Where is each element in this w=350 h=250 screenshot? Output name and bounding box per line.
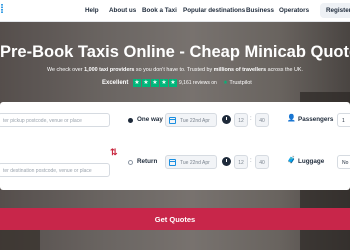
- hero-subtitle: We check over 1,000 taxi providers so yo…: [47, 67, 303, 73]
- nav-operators[interactable]: Operators: [279, 7, 309, 14]
- nav-popular-destinations[interactable]: Popular destinations: [183, 7, 245, 14]
- hour-return[interactable]: 12: [234, 155, 248, 169]
- star-icon: ★: [160, 79, 168, 87]
- trustpilot-logo: ★ Trustpilot: [223, 80, 252, 86]
- one-way-radio[interactable]: [128, 118, 133, 123]
- register-button[interactable]: Register: [320, 3, 350, 18]
- trustpilot-star-icon: ★: [223, 80, 228, 86]
- return-radio[interactable]: [128, 160, 133, 165]
- star-icon: ★: [169, 79, 177, 87]
- swap-icon[interactable]: ⇅: [110, 147, 118, 158]
- return-label[interactable]: Return: [137, 158, 157, 165]
- luggage-label: Luggage: [298, 158, 325, 165]
- logo-icon[interactable]: ⁞: [0, 2, 10, 16]
- nav-business[interactable]: Business: [246, 7, 274, 14]
- minute-one-way[interactable]: 40: [255, 113, 269, 127]
- passengers-label: Passengers: [298, 116, 334, 123]
- destination-input[interactable]: ter destination postcode, venue or place: [0, 163, 110, 177]
- minute-return[interactable]: 40: [255, 155, 269, 169]
- one-way-label[interactable]: One way: [137, 116, 163, 123]
- page-title: Pre-Book Taxis Online - Cheap Minicab Qu…: [0, 43, 350, 61]
- passengers-select[interactable]: 1: [337, 113, 350, 127]
- rating-stars: ★ ★ ★ ★ ★: [133, 79, 177, 88]
- clock-icon: [222, 157, 231, 166]
- clock-icon: [222, 115, 231, 124]
- time-separator: :: [250, 116, 252, 122]
- calendar-icon: [169, 117, 176, 124]
- nav-book-a-taxi[interactable]: Book a Taxi: [142, 7, 177, 14]
- hero-section: Pre-Book Taxis Online - Cheap Minicab Qu…: [0, 22, 350, 250]
- top-nav: ⁞ Help About us Book a Taxi Popular dest…: [0, 0, 350, 22]
- nav-about-us[interactable]: About us: [109, 7, 136, 14]
- nav-help[interactable]: Help: [85, 7, 99, 14]
- get-quotes-button[interactable]: Get Quotes: [0, 208, 350, 230]
- booking-form: ter pickup postcode, venue or place ⇅ te…: [0, 102, 350, 190]
- passenger-icon: 👤: [287, 115, 296, 122]
- hour-one-way[interactable]: 12: [234, 113, 248, 127]
- star-icon: ★: [151, 79, 159, 87]
- review-count: 9,161 reviews on: [179, 80, 217, 86]
- calendar-icon: [169, 159, 176, 166]
- star-icon: ★: [133, 79, 141, 87]
- date-return[interactable]: Tue 22nd Apr: [165, 155, 217, 169]
- rating-label: Excellent: [102, 80, 129, 86]
- luggage-icon: 🧳: [287, 157, 296, 164]
- pickup-input[interactable]: ter pickup postcode, venue or place: [0, 113, 110, 127]
- luggage-select[interactable]: No: [337, 155, 350, 169]
- time-separator: :: [250, 158, 252, 164]
- date-one-way[interactable]: Tue 22nd Apr: [165, 113, 217, 127]
- star-icon: ★: [142, 79, 150, 87]
